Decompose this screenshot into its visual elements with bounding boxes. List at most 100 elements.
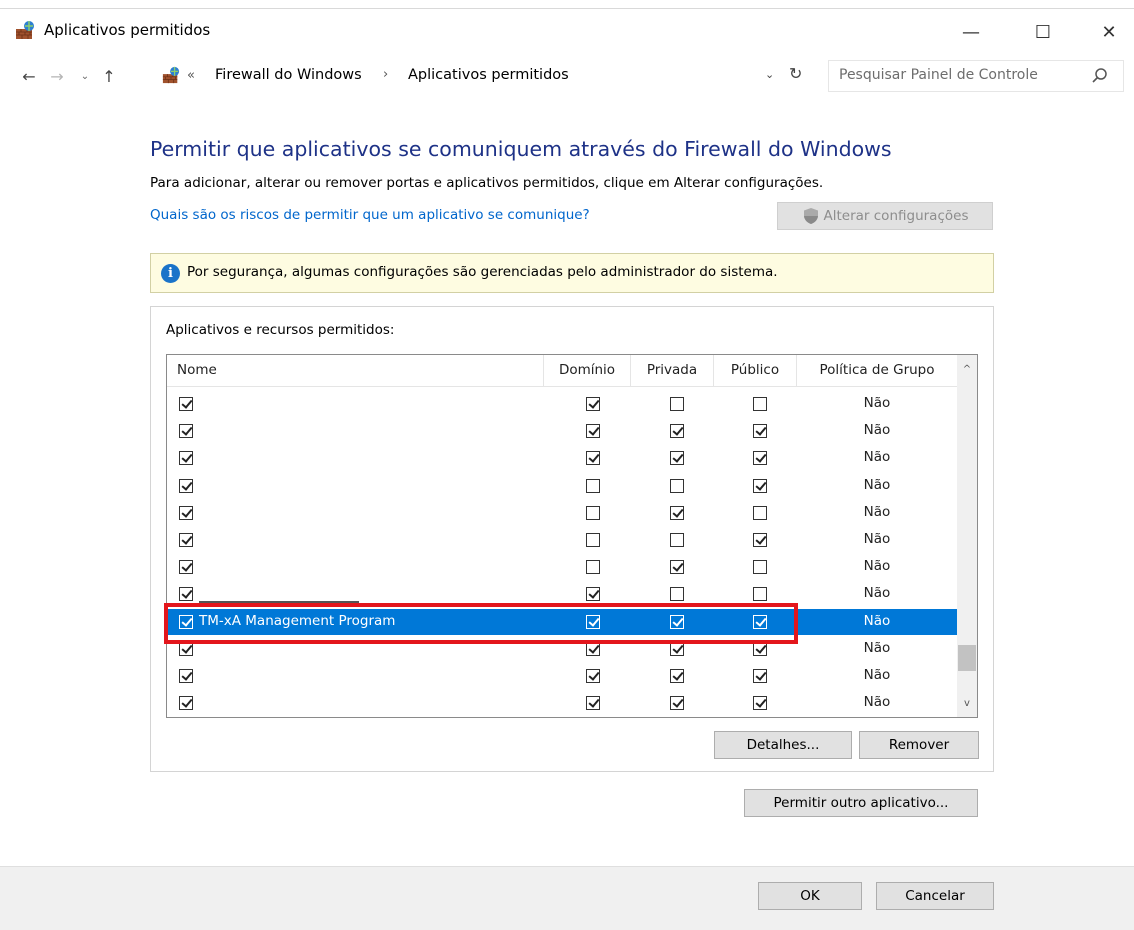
page-description: Para adicionar, alterar ou remover porta…	[150, 175, 824, 191]
scrollbar-thumb[interactable]	[958, 645, 976, 671]
maximize-button[interactable]: ☐	[1020, 12, 1066, 52]
public-checkbox[interactable]	[753, 397, 767, 411]
remove-button[interactable]: Remover	[859, 731, 979, 759]
enabled-checkbox[interactable]	[179, 451, 193, 466]
table-row[interactable]: Não	[167, 663, 957, 689]
private-checkbox[interactable]	[670, 505, 684, 520]
address-dropdown-icon[interactable]: ⌄	[765, 68, 774, 81]
enabled-checkbox[interactable]	[179, 696, 193, 711]
change-settings-button[interactable]: Alterar configurações	[777, 202, 993, 230]
shield-icon	[803, 208, 818, 224]
enabled-checkbox[interactable]	[179, 505, 193, 520]
recent-locations-chevron-icon[interactable]: ⌄	[74, 64, 96, 88]
breadcrumb-separator-icon[interactable]: ›	[383, 67, 388, 82]
column-header-private[interactable]: Privada	[631, 355, 713, 387]
allow-another-app-button[interactable]: Permitir outro aplicativo...	[744, 789, 978, 817]
group-policy-value: Não	[863, 639, 891, 656]
table-row[interactable]: Não	[167, 418, 957, 444]
breadcrumb-firewall[interactable]: Firewall do Windows	[215, 67, 362, 83]
public-checkbox[interactable]	[753, 696, 767, 711]
private-checkbox[interactable]	[670, 478, 684, 493]
page-heading: Permitir que aplicativos se comuniquem a…	[150, 137, 892, 161]
public-checkbox[interactable]	[753, 451, 767, 466]
domain-checkbox[interactable]	[586, 669, 600, 683]
enabled-checkbox[interactable]	[179, 424, 193, 439]
search-input[interactable]	[837, 66, 1077, 84]
change-settings-label: Alterar configurações	[823, 208, 969, 224]
private-checkbox[interactable]	[670, 587, 684, 602]
domain-checkbox[interactable]	[586, 397, 600, 411]
private-checkbox[interactable]	[670, 451, 684, 466]
domain-checkbox[interactable]	[586, 533, 600, 547]
domain-checkbox[interactable]	[586, 451, 600, 466]
domain-checkbox[interactable]	[586, 560, 600, 575]
breadcrumb-allowed-apps[interactable]: Aplicativos permitidos	[408, 67, 569, 83]
address-bar[interactable]: « Firewall do Windows › Aplicativos perm…	[155, 60, 815, 92]
column-header-name[interactable]: Nome	[177, 355, 217, 387]
group-policy-value: Não	[863, 395, 891, 411]
search-icon[interactable]	[1091, 67, 1109, 85]
forward-arrow-icon[interactable]: →	[46, 64, 68, 88]
table-row[interactable]: Não	[167, 500, 957, 526]
details-button[interactable]: Detalhes...	[714, 731, 852, 759]
public-checkbox[interactable]	[753, 424, 767, 439]
firewall-location-icon	[162, 66, 180, 84]
scroll-up-icon[interactable]: ^	[957, 361, 977, 377]
public-checkbox[interactable]	[753, 587, 767, 602]
domain-checkbox[interactable]	[586, 587, 600, 602]
private-checkbox[interactable]	[670, 424, 684, 439]
group-policy-value: Não	[863, 422, 891, 439]
close-button[interactable]: ✕	[1086, 12, 1132, 52]
column-header-group-policy[interactable]: Política de Grupo	[797, 355, 957, 387]
private-checkbox[interactable]	[670, 397, 684, 411]
column-header-domain[interactable]: Domínio	[544, 355, 630, 387]
enabled-checkbox[interactable]	[179, 669, 193, 683]
group-policy-value: Não	[863, 558, 891, 575]
enabled-checkbox[interactable]	[179, 560, 193, 575]
info-bar: i Por segurança, algumas configurações s…	[150, 253, 994, 293]
private-checkbox[interactable]	[670, 669, 684, 683]
table-row[interactable]: Não	[167, 690, 957, 716]
info-text: Por segurança, algumas configurações são…	[187, 264, 778, 280]
table-row[interactable]: Não	[167, 445, 957, 471]
group-policy-value: Não	[863, 667, 891, 683]
scroll-down-icon[interactable]: v	[957, 695, 977, 711]
allowed-apps-list[interactable]: Nome Domínio Privada Público Política de…	[166, 354, 978, 718]
window-title: Aplicativos permitidos	[44, 21, 211, 39]
vertical-scrollbar[interactable]: ^ v	[957, 355, 977, 717]
breadcrumb-overflow-icon[interactable]: «	[187, 68, 195, 83]
domain-checkbox[interactable]	[586, 696, 600, 711]
risks-link[interactable]: Quais são os riscos de permitir que um a…	[150, 207, 590, 223]
domain-checkbox[interactable]	[586, 478, 600, 493]
column-header-public[interactable]: Público	[714, 355, 796, 387]
search-box	[828, 60, 1124, 92]
cancel-button[interactable]: Cancelar	[876, 882, 994, 910]
public-checkbox[interactable]	[753, 669, 767, 683]
public-checkbox[interactable]	[753, 560, 767, 575]
info-icon: i	[161, 264, 180, 283]
group-policy-value: Não	[863, 531, 891, 547]
enabled-checkbox[interactable]	[179, 587, 193, 602]
table-row[interactable]: Não	[167, 473, 957, 499]
domain-checkbox[interactable]	[586, 505, 600, 520]
enabled-checkbox[interactable]	[179, 397, 193, 411]
group-policy-value: Não	[863, 585, 891, 602]
private-checkbox[interactable]	[670, 533, 684, 547]
refresh-icon[interactable]: ↻	[789, 64, 802, 83]
top-border	[0, 8, 1134, 9]
public-checkbox[interactable]	[753, 478, 767, 493]
private-checkbox[interactable]	[670, 560, 684, 575]
enabled-checkbox[interactable]	[179, 478, 193, 493]
table-row[interactable]: Não	[167, 554, 957, 580]
domain-checkbox[interactable]	[586, 424, 600, 439]
table-row[interactable]: Não	[167, 391, 957, 417]
back-arrow-icon[interactable]: ←	[18, 64, 40, 88]
enabled-checkbox[interactable]	[179, 533, 193, 547]
private-checkbox[interactable]	[670, 696, 684, 711]
ok-button[interactable]: OK	[758, 882, 862, 910]
up-arrow-icon[interactable]: ↑	[98, 64, 120, 88]
minimize-button[interactable]: —	[948, 12, 994, 52]
table-row[interactable]: Não	[167, 527, 957, 553]
public-checkbox[interactable]	[753, 533, 767, 547]
public-checkbox[interactable]	[753, 505, 767, 520]
